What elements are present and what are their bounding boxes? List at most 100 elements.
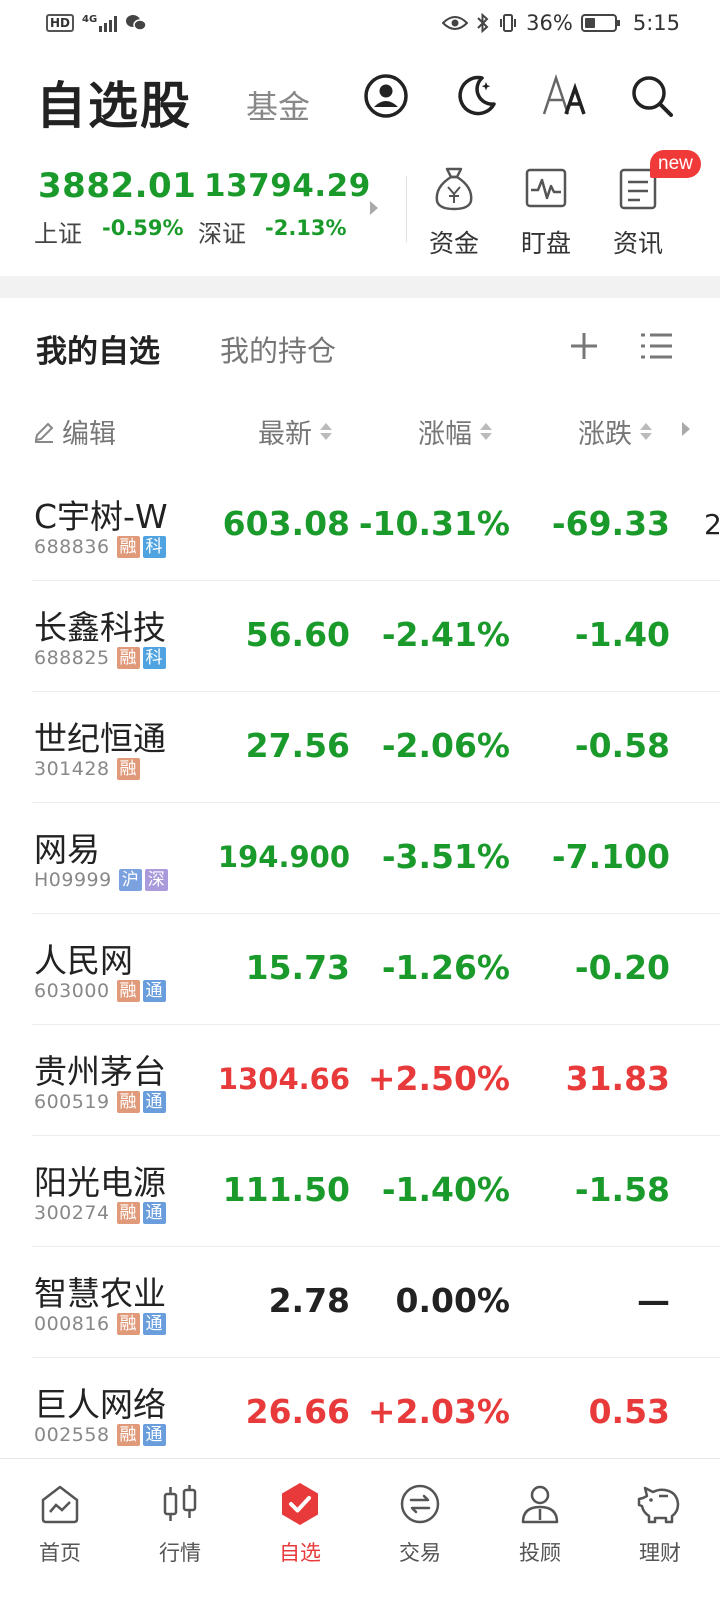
nav-watchlist[interactable]: 自选 — [240, 1459, 360, 1600]
battery-icon — [580, 14, 620, 32]
watchlist-tabs: 我的自选 我的持仓 — [0, 318, 720, 378]
tab-my-holdings[interactable]: 我的持仓 — [220, 328, 336, 370]
font-size-icon[interactable] — [538, 70, 590, 122]
change-amount: 0.53 — [588, 1392, 670, 1431]
last-price: 111.50 — [222, 1170, 350, 1209]
quick-link-label: 资金 — [428, 229, 479, 258]
nav-label: 交易 — [399, 1541, 441, 1565]
page-title: 自选股 — [36, 77, 192, 135]
stock-name: 智慧农业 — [34, 1274, 166, 1313]
connect-tag: 通 — [142, 980, 166, 1002]
change-percent: -3.51% — [381, 837, 510, 876]
index-value-sh: 3882.01 — [38, 166, 197, 206]
edit-button[interactable]: 编辑 — [32, 412, 116, 451]
user-profile-icon[interactable] — [360, 70, 412, 122]
battery-text: 36% — [526, 11, 573, 35]
pencil-icon — [34, 422, 54, 443]
index-name-sh: 上证 — [34, 220, 82, 248]
quick-link-monitor[interactable]: 盯盘 — [506, 162, 586, 260]
nav-label: 自选 — [279, 1541, 321, 1565]
index-value-sz: 13794.29 — [204, 168, 371, 204]
margin-tag: 融 — [116, 1313, 140, 1335]
margin-tag: 融 — [116, 980, 140, 1002]
change-amount: -69.33 — [551, 504, 670, 543]
nav-trade[interactable]: 交易 — [360, 1459, 480, 1600]
search-icon[interactable] — [626, 70, 678, 122]
margin-tag: 融 — [116, 758, 140, 780]
quick-link-label: 盯盘 — [520, 229, 571, 258]
quick-link-funds[interactable]: 资金 — [414, 162, 494, 260]
nav-label: 投顾 — [519, 1541, 561, 1565]
stock-name: 巨人网络 — [34, 1385, 166, 1424]
add-stock-icon[interactable] — [564, 326, 604, 366]
stock-name: 网易 — [34, 830, 100, 869]
index-expand-arrow-icon[interactable] — [370, 201, 378, 215]
sort-icon — [320, 423, 332, 440]
piggy-bank-icon — [637, 1481, 683, 1527]
stock-row[interactable]: C宇树-W 688836 融科 603.08 -10.31% -69.33 2 — [0, 470, 720, 581]
last-price: 2.78 — [268, 1281, 350, 1320]
watchlist: C宇树-W 688836 融科 603.08 -10.31% -69.33 2 长… — [0, 470, 720, 1469]
night-mode-icon[interactable] — [450, 70, 502, 122]
last-price: 56.60 — [245, 615, 350, 654]
status-right: 36% 5:15 — [442, 11, 680, 35]
change-percent: -2.06% — [381, 726, 510, 765]
sh-connect-tag: 沪 — [118, 869, 142, 891]
nav-advisor[interactable]: 投顾 — [480, 1459, 600, 1600]
money-bag-icon — [414, 162, 494, 214]
column-change-pct[interactable]: 涨幅 — [418, 412, 492, 451]
stock-code-line: 300274 融通 — [34, 1202, 166, 1224]
candlestick-icon — [158, 1481, 202, 1527]
connect-tag: 通 — [142, 1424, 166, 1446]
change-percent: -1.40% — [381, 1170, 510, 1209]
change-percent: +2.03% — [367, 1392, 510, 1431]
bottom-nav: 首页 行情 自选 交易 投顾 理财 — [0, 1458, 720, 1600]
stock-row[interactable]: 巨人网络 002558 融通 26.66 +2.03% 0.53 — [0, 1358, 720, 1469]
edit-label: 编辑 — [62, 419, 116, 450]
nav-home[interactable]: 首页 — [0, 1459, 120, 1600]
stock-code-line: 002558 融通 — [34, 1424, 166, 1446]
connect-tag: 通 — [142, 1091, 166, 1113]
nav-market[interactable]: 行情 — [120, 1459, 240, 1600]
stock-code-line: 301428 融 — [34, 758, 140, 780]
change-amount: -0.20 — [574, 948, 670, 987]
section-divider — [0, 276, 720, 298]
last-price: 194.900 — [217, 840, 350, 874]
change-amount: — — [637, 1281, 670, 1320]
last-price: 15.73 — [245, 948, 350, 987]
change-amount: -1.40 — [574, 615, 670, 654]
stock-row[interactable]: 阳光电源 300274 融通 111.50 -1.40% -1.58 — [0, 1136, 720, 1247]
tab-fund[interactable]: 基金 — [246, 82, 310, 128]
change-percent: -1.26% — [381, 948, 510, 987]
market-index-bar[interactable]: 3882.01 上证 -0.59% 13794.29 深证 -2.13% 资金 … — [0, 150, 720, 266]
nav-finance[interactable]: 理财 — [600, 1459, 720, 1600]
stock-code: 301428 — [34, 758, 110, 780]
stock-code-line: 688836 融科 — [34, 536, 166, 558]
more-columns-arrow-icon[interactable] — [682, 422, 690, 436]
stock-row[interactable]: 网易 H09999 沪深 194.900 -3.51% -7.100 — [0, 803, 720, 914]
change-amount: -1.58 — [574, 1170, 670, 1209]
change-amount: -0.58 — [574, 726, 670, 765]
nav-label: 首页 — [39, 1541, 81, 1565]
column-change[interactable]: 涨跌 — [578, 412, 652, 451]
stock-code: 600519 — [34, 1091, 110, 1113]
stock-row[interactable]: 贵州茅台 600519 融通 1304.66 +2.50% 31.83 — [0, 1025, 720, 1136]
index-name-sz: 深证 — [198, 220, 246, 248]
stock-code-line: H09999 沪深 — [34, 869, 168, 891]
tab-my-watchlist[interactable]: 我的自选 — [36, 326, 160, 371]
next-column-glimpse: 2 — [704, 508, 720, 541]
stock-code: 300274 — [34, 1202, 110, 1224]
quick-link-news[interactable]: new 资讯 — [598, 150, 701, 260]
column-last-price[interactable]: 最新 — [258, 412, 332, 451]
status-left: HD 4G — [46, 14, 147, 32]
stock-row[interactable]: 人民网 603000 融通 15.73 -1.26% -0.20 — [0, 914, 720, 1025]
last-price: 26.66 — [245, 1392, 350, 1431]
list-menu-icon[interactable] — [636, 326, 676, 366]
margin-tag: 融 — [116, 1424, 140, 1446]
star-market-tag: 科 — [142, 536, 166, 558]
stock-row[interactable]: 世纪恒通 301428 融 27.56 -2.06% -0.58 — [0, 692, 720, 803]
margin-tag: 融 — [116, 647, 140, 669]
column-header: 编辑 最新 涨幅 涨跌 — [0, 404, 720, 456]
stock-row[interactable]: 智慧农业 000816 融通 2.78 0.00% — — [0, 1247, 720, 1358]
stock-row[interactable]: 长鑫科技 688825 融科 56.60 -2.41% -1.40 — [0, 581, 720, 692]
